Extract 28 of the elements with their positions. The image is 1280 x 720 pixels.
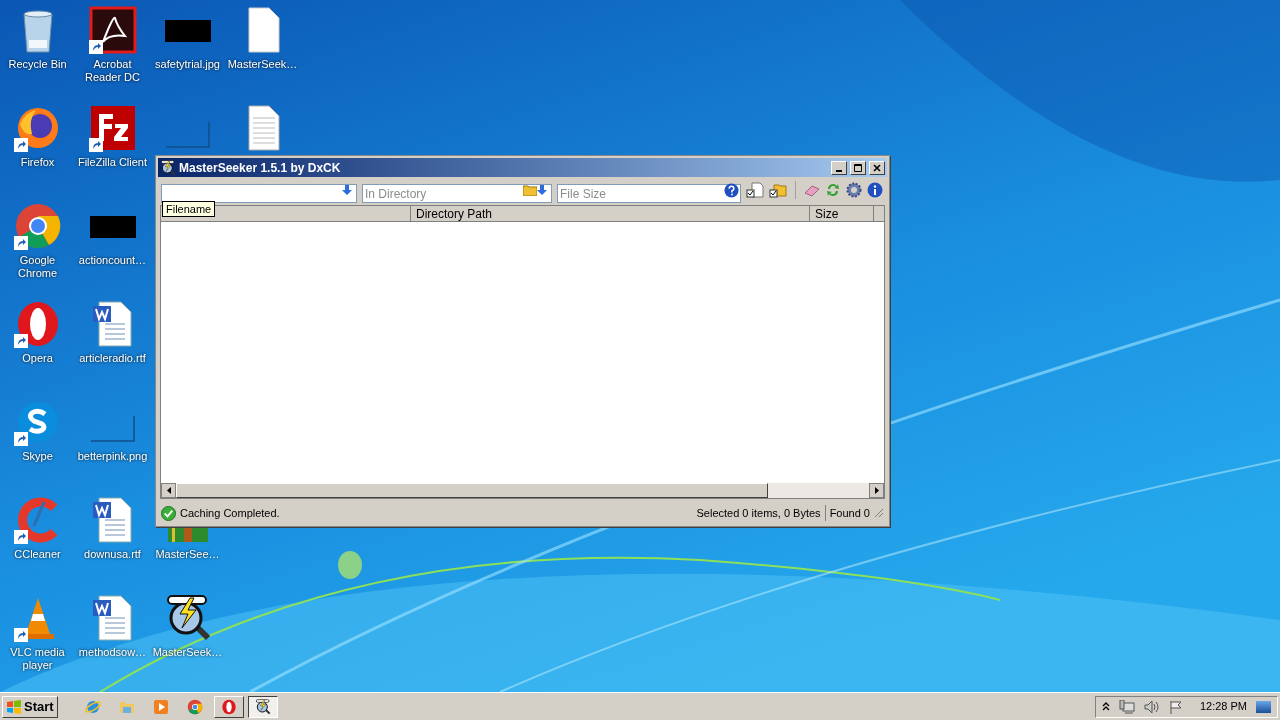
desktop-icon-label[interactable]: Skype — [0, 450, 75, 463]
desktop-icon-label[interactable]: CCleaner — [0, 548, 75, 561]
status-message: Caching Completed. — [180, 505, 280, 521]
desktop-icon-label[interactable]: Firefox — [0, 156, 75, 169]
desktop-icon-label[interactable]: safetytrial.jpg — [150, 58, 225, 71]
column-header[interactable]: Size — [810, 206, 874, 222]
desktop-icon-label[interactable]: Acrobat Reader DC — [75, 58, 150, 84]
found-count: Found 0 — [829, 505, 870, 521]
desktop-icon-label[interactable]: articleradio.rtf — [75, 352, 150, 365]
start-button[interactable]: Start — [2, 695, 58, 718]
window-title: MasterSeeker 1.5.1 by DxCK — [179, 159, 341, 177]
desktop-icon-label[interactable]: betterpink.png — [75, 450, 150, 463]
clock[interactable]: 12:28 PM — [1199, 698, 1247, 715]
desktop-icon-label[interactable]: Opera — [0, 352, 75, 365]
desktop-icon-label[interactable]: actioncount… — [75, 254, 150, 267]
desktop-icon-label[interactable]: VLC media player — [0, 646, 75, 672]
desktop-icon-label[interactable]: MasterSeek… — [225, 58, 300, 71]
tooltip: Filename — [162, 201, 216, 217]
desktop-icon-label[interactable]: methodsow… — [75, 646, 150, 659]
desktop-icon-label[interactable]: Google Chrome — [0, 254, 75, 280]
desktop-icon-label[interactable]: downusa.rtf — [75, 548, 150, 561]
desktop-icon-label[interactable]: Recycle Bin — [0, 58, 75, 71]
file-size-field[interactable]: File Size — [557, 184, 741, 203]
desktop-icon-label[interactable]: MasterSee… — [150, 548, 225, 561]
column-header[interactable]: Directory Path — [411, 206, 810, 222]
directory-field[interactable]: In Directory — [362, 184, 552, 203]
desktop-icon-label[interactable]: FileZilla Client — [75, 156, 150, 169]
selection-status: Selected 0 items, 0 Bytes — [696, 504, 826, 522]
